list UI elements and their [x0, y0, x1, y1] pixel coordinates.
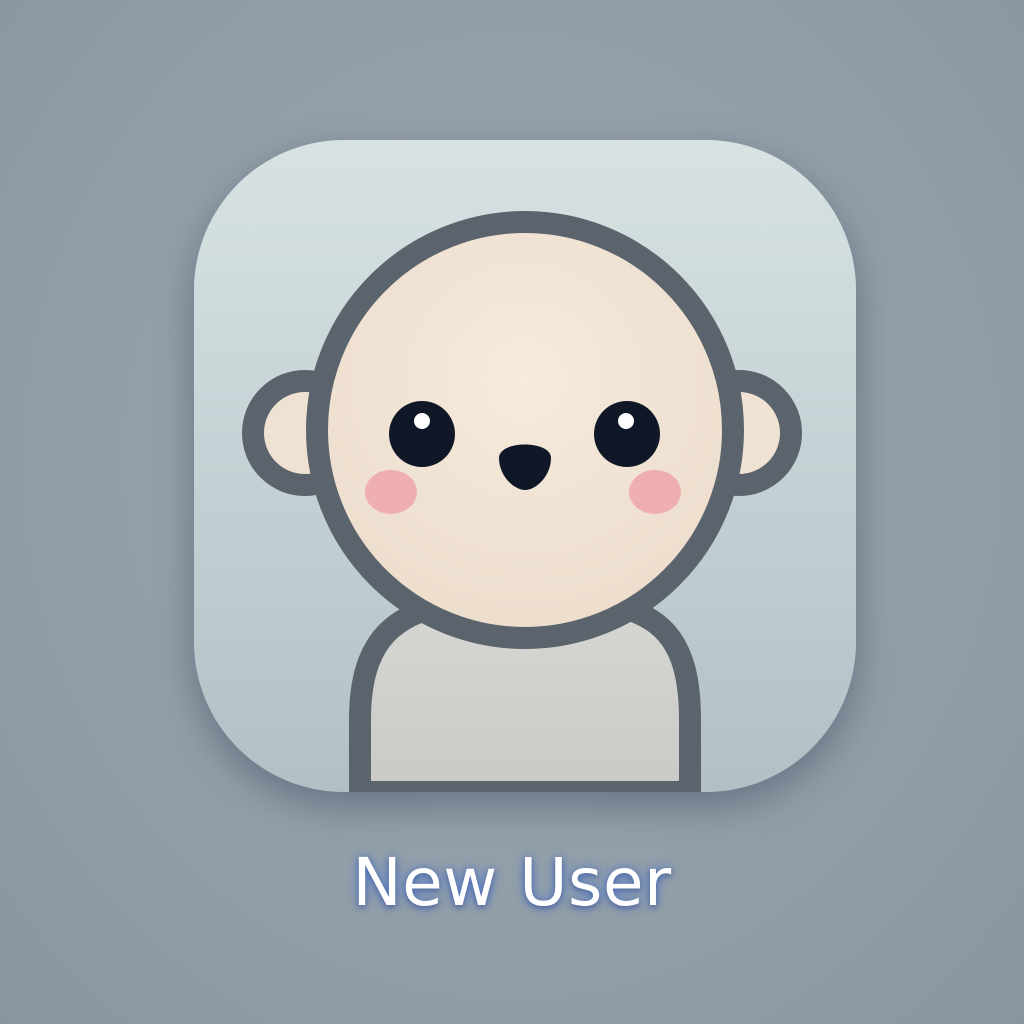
new-user-app-icon[interactable] — [194, 140, 856, 792]
avatar-left-cheek — [365, 470, 417, 514]
avatar-right-eye-highlight — [618, 413, 634, 429]
avatar-right-cheek — [629, 470, 681, 514]
app-label[interactable]: New User — [212, 846, 812, 920]
avatar-head — [306, 211, 744, 649]
avatar-left-eye-highlight — [414, 413, 430, 429]
avatar-right-eye — [594, 401, 660, 467]
user-avatar-icon — [242, 211, 802, 792]
avatar-left-eye — [389, 401, 455, 467]
